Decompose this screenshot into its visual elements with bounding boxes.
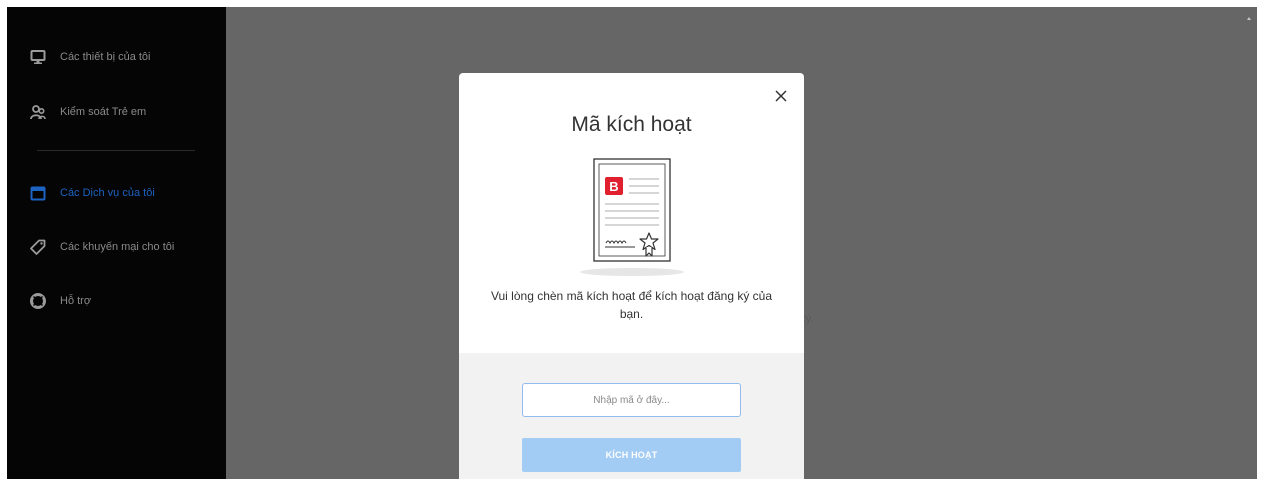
dialog-title: Mã kích hoạt xyxy=(571,113,692,136)
calendar-icon xyxy=(30,185,46,201)
app-window: Các thiết bị của tôi Kiểm soát Trẻ em Cá… xyxy=(7,7,1257,479)
users-icon xyxy=(30,104,46,120)
sidebar: Các thiết bị của tôi Kiểm soát Trẻ em Cá… xyxy=(7,7,226,479)
monitor-icon xyxy=(30,49,46,65)
dialog-description: Vui lòng chèn mã kích hoạt để kích hoạt … xyxy=(490,289,773,321)
activate-button[interactable]: KÍCH HOẠT xyxy=(522,438,741,472)
sidebar-item-parental-control[interactable]: Kiểm soát Trẻ em xyxy=(30,99,146,125)
sidebar-item-label: Kiểm soát Trẻ em xyxy=(60,106,147,118)
sidebar-item-my-services[interactable]: Các Dịch vụ của tôi xyxy=(30,180,155,206)
sidebar-divider xyxy=(37,150,195,151)
sidebar-item-support[interactable]: Hỗ trợ xyxy=(30,288,91,314)
tag-icon xyxy=(30,239,46,255)
sidebar-item-promotions[interactable]: Các khuyến mại cho tôi xyxy=(30,234,174,260)
sidebar-item-devices[interactable]: Các thiết bị của tôi xyxy=(30,44,151,70)
close-icon[interactable] xyxy=(772,87,790,105)
sidebar-item-label: Các Dịch vụ của tôi xyxy=(60,187,155,199)
certificate-illustration: B xyxy=(577,157,687,277)
sidebar-item-label: Các khuyến mại cho tôi xyxy=(60,241,175,253)
activation-code-dialog: Mã kích hoạt B Vui lòng chèn mã kích hoạ… xyxy=(459,73,804,479)
brand-badge-letter: B xyxy=(609,179,618,194)
sidebar-item-label: Hỗ trợ xyxy=(60,295,92,307)
dialog-footer: KÍCH HOẠT xyxy=(459,353,804,479)
lifebuoy-icon xyxy=(30,293,46,309)
scroll-up-icon[interactable] xyxy=(1247,17,1251,20)
activation-code-input[interactable] xyxy=(522,383,741,417)
sidebar-item-label: Các thiết bị của tôi xyxy=(60,51,151,63)
